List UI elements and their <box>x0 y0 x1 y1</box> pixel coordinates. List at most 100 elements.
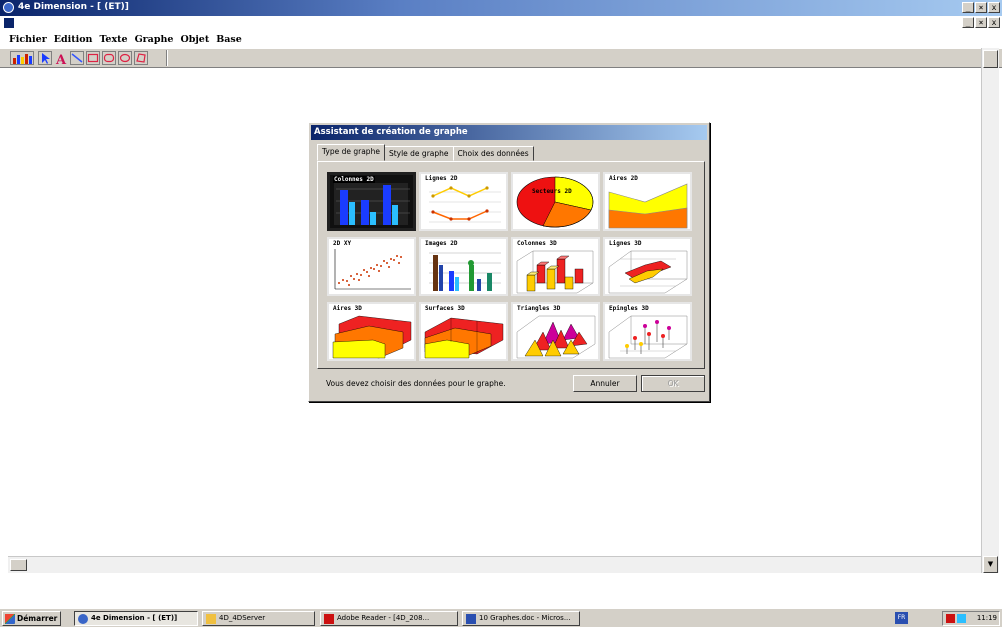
rounded-rect-tool-button[interactable] <box>102 51 116 65</box>
menu-edition[interactable]: Edition <box>54 34 93 45</box>
menu-objet[interactable]: Objet <box>180 34 209 45</box>
start-label: Démarrer <box>17 614 58 623</box>
vertical-scroll-thumb[interactable] <box>983 50 998 68</box>
chart-type-label: Surfaces 3D <box>424 305 466 312</box>
document-icon <box>4 18 14 28</box>
taskbar-item-4d[interactable]: 4e Dimension - [ (ET)] <box>74 611 198 626</box>
taskbar: Démarrer 4e Dimension - [ (ET)] 4D_4DSer… <box>0 608 1002 627</box>
chart-type-label: 2D XY <box>332 240 353 247</box>
taskbar-item-word[interactable]: 10 Graphes.doc - Micros... <box>462 611 580 626</box>
chart-type-label: Triangles 3D <box>516 305 562 312</box>
ok-button[interactable]: OK <box>641 375 705 392</box>
document-titlebar: _ × x <box>0 16 1002 30</box>
arrow-icon <box>42 53 50 64</box>
drawing-toolbar: A <box>0 48 1002 68</box>
line-tool-button[interactable] <box>70 51 84 65</box>
dialog-titlebar[interactable]: Assistant de création de graphe <box>311 125 707 140</box>
text-tool-button[interactable]: A <box>54 51 68 66</box>
folder-icon <box>206 614 216 624</box>
taskbar-item-4dserver[interactable]: 4D_4DServer <box>202 611 315 626</box>
rectangle-tool-button[interactable] <box>86 51 100 65</box>
restore-button[interactable]: × <box>975 2 987 13</box>
taskbar-item-label: 4e Dimension - [ (ET)] <box>91 614 178 622</box>
chart-type-triangles-3d[interactable]: Triangles 3D <box>511 302 600 361</box>
select-tool-button[interactable] <box>38 51 52 65</box>
scatter-2d-icon <box>334 249 411 290</box>
clock: 11:19 <box>976 614 997 622</box>
tab-chart-style[interactable]: Style de graphe <box>383 146 454 161</box>
document-minimize-button[interactable]: _ <box>962 17 974 28</box>
vertical-scrollbar[interactable]: ▼ <box>981 48 999 573</box>
chart-type-lines-2d[interactable]: Lignes 2D <box>419 172 508 231</box>
columns-3d-icon <box>516 250 594 294</box>
chart-type-area-3d[interactable]: Aires 3D <box>327 302 416 361</box>
chart-type-pie-2d[interactable]: Secteurs 2D <box>511 172 600 231</box>
taskbar-item-label: 4D_4DServer <box>219 614 266 622</box>
scroll-down-button[interactable]: ▼ <box>983 556 998 573</box>
lines-2d-icon <box>429 186 501 223</box>
language-indicator[interactable]: FR <box>895 612 908 624</box>
pins-3d-icon <box>608 315 688 359</box>
dialog-tabs: Type de graphe Style de graphe Choix des… <box>317 144 534 161</box>
chart-type-scatter-2d[interactable]: 2D XY <box>327 237 416 296</box>
window-titlebar[interactable]: 4e Dimension - [ (ET)] _ × x <box>0 0 1002 16</box>
4d-app-icon <box>3 2 14 13</box>
window-title: 4e Dimension - [ (ET)] <box>18 2 129 12</box>
horizontal-scroll-thumb[interactable] <box>10 559 27 571</box>
chart-type-surface-3d[interactable]: Surfaces 3D <box>419 302 508 361</box>
tray-network-icon[interactable] <box>957 614 966 623</box>
chart-tool-button[interactable] <box>10 51 34 65</box>
adobe-reader-icon <box>324 614 334 624</box>
menu-fichier[interactable]: Fichier <box>9 34 47 45</box>
taskbar-item-label: Adobe Reader - [4D_208... <box>337 614 430 622</box>
close-button[interactable]: x <box>988 2 1000 13</box>
horizontal-scrollbar[interactable] <box>8 556 981 573</box>
document-window-controls: _ × x <box>962 17 1000 28</box>
oval-tool-button[interactable] <box>118 51 132 65</box>
chart-type-pins-3d[interactable]: Epingles 3D <box>603 302 692 361</box>
chart-type-area-2d[interactable]: Aires 2D <box>603 172 692 231</box>
start-button[interactable]: Démarrer <box>2 611 62 626</box>
tray-red-icon[interactable] <box>946 614 955 623</box>
svg-text:A: A <box>55 53 67 66</box>
windows-logo-icon <box>5 614 15 624</box>
chart-type-label: Lignes 2D <box>424 175 459 182</box>
chart-type-columns-2d[interactable]: Colonnes 2D <box>327 172 416 231</box>
tab-chart-type[interactable]: Type de graphe <box>317 144 385 161</box>
toolbar-separator <box>166 50 168 66</box>
area-3d-icon <box>332 315 412 359</box>
surface-3d-icon <box>424 317 504 359</box>
chart-icon <box>13 54 32 64</box>
4d-app-icon <box>78 614 88 624</box>
cancel-button[interactable]: Annuler <box>573 375 637 392</box>
dialog-status-message: Vous devez choisir des données pour le g… <box>326 379 506 388</box>
menu-texte[interactable]: Texte <box>99 34 127 45</box>
chart-type-label: Images 2D <box>424 240 459 247</box>
oval-icon <box>119 53 131 63</box>
document-restore-button[interactable]: × <box>975 17 987 28</box>
menu-bar: Fichier Edition Texte Graphe Objet Base <box>0 30 1002 48</box>
pie-2d-icon <box>516 176 594 228</box>
chart-type-label: Secteurs 2D <box>532 188 572 195</box>
desktop-screen: 4e Dimension - [ (ET)] _ × x _ × x Fichi… <box>0 0 1002 627</box>
tab-data-choice[interactable]: Choix des données <box>452 146 534 161</box>
chart-type-pictures-2d[interactable]: Images 2D <box>419 237 508 296</box>
taskbar-item-label: 10 Graphes.doc - Micros... <box>479 614 571 622</box>
taskbar-item-adobe-reader[interactable]: Adobe Reader - [4D_208... <box>320 611 458 626</box>
rectangle-icon <box>87 53 99 63</box>
text-icon: A <box>55 53 67 66</box>
minimize-button[interactable]: _ <box>962 2 974 13</box>
menu-graphe[interactable]: Graphe <box>135 34 174 45</box>
menu-base[interactable]: Base <box>216 34 242 45</box>
chart-type-columns-3d[interactable]: Colonnes 3D <box>511 237 600 296</box>
lines-3d-icon <box>608 250 688 294</box>
chart-type-label: Aires 2D <box>608 175 639 182</box>
window-controls: _ × x <box>962 2 1000 13</box>
chart-type-label: Epingles 3D <box>608 305 650 312</box>
chart-type-label: Colonnes 2D <box>333 176 375 183</box>
dialog-title: Assistant de création de graphe <box>314 127 468 137</box>
document-close-button[interactable]: x <box>988 17 1000 28</box>
chart-type-lines-3d[interactable]: Lignes 3D <box>603 237 692 296</box>
system-tray: 11:19 <box>942 611 1000 626</box>
polygon-tool-button[interactable] <box>134 51 148 65</box>
